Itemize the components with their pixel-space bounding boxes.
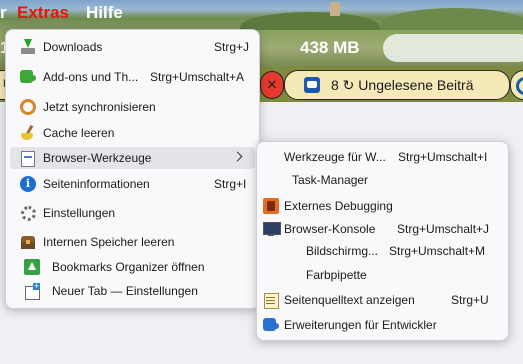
- menu-item-web-developer-tools[interactable]: Werkzeuge für W... Strg+Umschalt+I: [261, 146, 504, 168]
- tab-partial[interactable]: [510, 70, 523, 100]
- menu-item-browser-console[interactable]: Browser-Konsole Strg+Umschalt+J: [261, 218, 504, 240]
- menu-item-label: Downloads: [43, 40, 103, 54]
- menu-item-extensions-for-developers[interactable]: Erweiterungen für Entwickler: [261, 314, 504, 336]
- extras-menu: Downloads Strg+J Add-ons und Th... Strg+…: [5, 29, 260, 309]
- menu-item-label: Add-ons und Th...: [43, 70, 139, 84]
- menu-item-label: Seiteninformationen: [43, 177, 150, 191]
- menu-item-label: Farbpipette: [306, 268, 367, 282]
- menu-item-color-picker[interactable]: Farbpipette: [261, 264, 504, 286]
- menu-extras[interactable]: Extras: [17, 3, 69, 23]
- mail-icon: [304, 77, 320, 93]
- menu-item-clear-cache[interactable]: Cache leeren: [10, 122, 255, 144]
- menu-item-shortcut: Strg+Umschalt+M: [389, 244, 486, 258]
- tab-unread-articles[interactable]: 8 ↻ Ungelesene Beiträ: [284, 70, 510, 100]
- menu-item-label: Jetzt synchronisieren: [43, 100, 156, 114]
- tab-close-icon[interactable]: ✕: [260, 71, 284, 99]
- menu-item-task-manager[interactable]: Task-Manager: [261, 169, 504, 191]
- theme-background-castle: [330, 2, 340, 16]
- menu-item-settings[interactable]: Einstellungen: [10, 202, 255, 224]
- memory-usage-label: 438 MB: [300, 38, 360, 57]
- menu-item-shortcut: Strg+Umschalt+A: [150, 70, 245, 84]
- storage-icon: [20, 234, 36, 250]
- menu-item-bookmarks-organizer[interactable]: Bookmarks Organizer öffnen: [10, 256, 255, 278]
- menu-item-view-page-source[interactable]: Seitenquelltext anzeigen Strg+U: [261, 289, 504, 311]
- menu-item-label: Browser-Konsole: [284, 222, 376, 236]
- gear-icon: [21, 206, 36, 221]
- menu-item-shortcut: Strg+Umschalt+J: [397, 222, 490, 236]
- menu-item-new-tab-settings[interactable]: + Neuer Tab — Einstellungen: [10, 280, 255, 302]
- menu-item-label: Cache leeren: [43, 126, 115, 140]
- menu-bar-item-partial[interactable]: r: [0, 3, 7, 23]
- menu-item-label: Bildschirmg...: [306, 244, 379, 258]
- menu-item-label: Bookmarks Organizer öffnen: [52, 260, 205, 274]
- menu-item-label: Browser-Werkzeuge: [43, 151, 152, 165]
- info-icon: i: [20, 176, 36, 192]
- menu-item-shortcut: Strg+Umschalt+I: [398, 150, 488, 164]
- menu-item-label: Externes Debugging: [284, 199, 393, 213]
- puzzle-icon: [20, 70, 36, 83]
- menu-item-shortcut: Strg+I: [214, 177, 247, 191]
- remote-debugging-icon: [263, 198, 279, 214]
- theme-background-hill: [380, 8, 523, 30]
- page-source-icon: [263, 292, 279, 309]
- menu-item-label: Neuer Tab — Einstellungen: [52, 284, 198, 298]
- menu-item-label: Erweiterungen für Entwickler: [284, 318, 437, 332]
- menu-item-label: Internen Speicher leeren: [43, 235, 175, 249]
- new-tab-icon: +: [24, 282, 40, 300]
- menu-item-sync[interactable]: Jetzt synchronisieren: [10, 96, 255, 118]
- extensions-developer-icon: [263, 318, 279, 331]
- menu-item-shortcut: Strg+U: [451, 293, 489, 307]
- menu-item-remote-debugging[interactable]: Externes Debugging: [261, 195, 504, 217]
- menu-hilfe[interactable]: Hilfe: [86, 3, 123, 23]
- menu-item-browser-tools[interactable]: Browser-Werkzeuge: [10, 147, 255, 169]
- sync-icon: [20, 99, 36, 115]
- developer-tools-icon: [20, 150, 36, 167]
- menu-item-label: Task-Manager: [292, 173, 369, 187]
- url-bar[interactable]: [383, 34, 523, 62]
- menu-item-label: Seitenquelltext anzeigen: [284, 293, 415, 307]
- menu-item-shortcut: Strg+J: [214, 40, 250, 54]
- menu-bar: r Extras Hilfe: [0, 0, 523, 30]
- broom-icon: [20, 124, 36, 141]
- bookmarks-organizer-icon: [24, 259, 40, 275]
- menu-item-addons[interactable]: Add-ons und Th... Strg+Umschalt+A: [10, 66, 255, 88]
- menu-item-label: Werkzeuge für W...: [284, 150, 386, 164]
- menu-item-page-info[interactable]: i Seiteninformationen Strg+I: [10, 173, 255, 195]
- chevron-right-icon: [232, 151, 243, 162]
- menu-item-downloads[interactable]: Downloads Strg+J: [10, 36, 255, 58]
- menu-item-responsive-design[interactable]: Bildschirmg... Strg+Umschalt+M: [261, 240, 504, 262]
- tab-label: 8 ↻ Ungelesene Beiträ: [331, 77, 474, 93]
- menu-item-clear-storage[interactable]: Internen Speicher leeren: [10, 231, 255, 253]
- theme-background-hill: [240, 12, 380, 30]
- menu-item-label: Einstellungen: [43, 206, 116, 220]
- download-icon: [20, 39, 36, 55]
- browser-tools-submenu: Werkzeuge für W... Strg+Umschalt+I Task-…: [256, 141, 509, 341]
- console-icon: [263, 221, 281, 237]
